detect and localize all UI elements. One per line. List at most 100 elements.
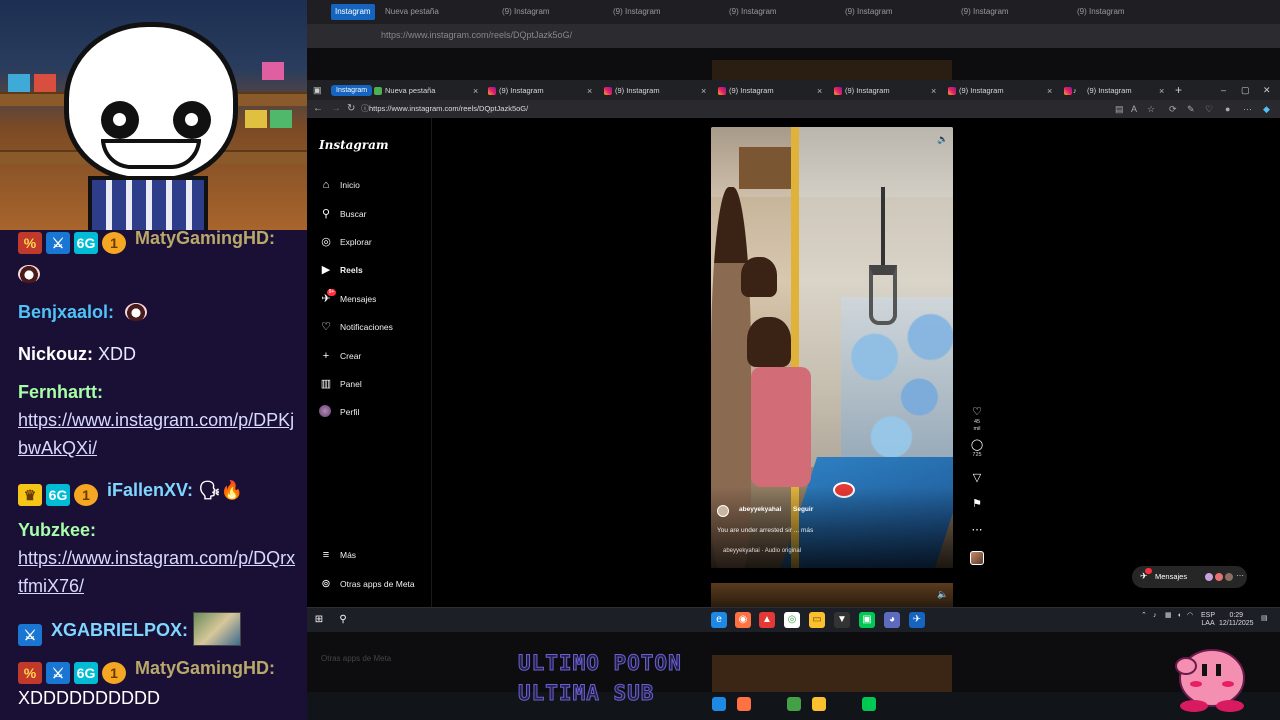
steam-icon[interactable]: ✈ — [909, 612, 925, 628]
wifi-icon[interactable]: ◠ — [1187, 612, 1193, 620]
nav-reels[interactable]: ▶ Reels — [319, 263, 429, 279]
nav-crear[interactable]: + Crear — [319, 349, 429, 365]
volume-icon[interactable]: ◖ — [1177, 612, 1181, 620]
refresh-icon[interactable]: ↻ — [347, 100, 355, 118]
reel-audio[interactable]: abeyyekyahai · Audio original — [723, 548, 801, 554]
avatar — [1214, 572, 1224, 582]
bg-edge-icon — [712, 697, 726, 711]
bg-meta-apps-label: Otras apps de Meta — [321, 654, 392, 663]
save-button[interactable]: ⚑ — [970, 498, 984, 511]
sub-badge-icon: 1 — [102, 662, 126, 684]
firefox-icon[interactable]: ◉ — [735, 612, 751, 628]
close-window-button[interactable]: ✕ — [1263, 82, 1271, 98]
reel-username[interactable]: abeyyekyahai — [739, 506, 781, 513]
audio-thumbnail[interactable] — [970, 551, 984, 565]
tab-close-icon[interactable]: × — [931, 82, 936, 100]
speaker-emoji-icon: 🗣 — [198, 480, 221, 500]
discord-icon[interactable]: ◕ — [884, 612, 900, 628]
tab-actions-icon[interactable]: ▣ — [313, 82, 322, 98]
follow-button[interactable]: Seguir — [793, 506, 813, 513]
app-icon[interactable]: ▣ — [859, 612, 875, 628]
instagram-favicon-icon — [834, 87, 842, 95]
chat-username: XGABRIELPOX: — [51, 620, 189, 640]
nav-buscar[interactable]: ⚲ Buscar — [319, 207, 429, 223]
nav-otras-apps[interactable]: ⊚ Otras apps de Meta — [319, 577, 429, 593]
tab-close-icon[interactable]: × — [587, 82, 592, 100]
nav-perfil[interactable]: Perfil — [319, 405, 429, 421]
edge-icon[interactable]: e — [711, 612, 727, 628]
language-indicator[interactable]: ESP LAA — [1201, 612, 1215, 628]
tab-close-icon[interactable]: × — [817, 82, 822, 100]
chat-username: MatyGamingHD: — [135, 658, 276, 678]
split-screen-icon[interactable]: ▤ — [1115, 100, 1124, 118]
tab-close-icon[interactable]: × — [1159, 82, 1164, 100]
stream-overlay-text: ULTIMO POTON ULTIMA SUB — [518, 648, 682, 708]
more-options-button[interactable]: ⋯ — [970, 524, 984, 537]
tab-close-icon[interactable]: × — [1047, 82, 1052, 100]
search-icon[interactable]: ⚲ — [335, 612, 351, 628]
folder-icon[interactable]: ▭ — [809, 612, 825, 628]
app-icon[interactable]: ▼ — [834, 612, 850, 628]
profile-avatar-icon[interactable]: ● — [1225, 100, 1230, 118]
maximize-button[interactable]: ▢ — [1241, 82, 1250, 98]
nav-notificaciones[interactable]: ♡ Notificaciones — [319, 320, 429, 336]
tab-new[interactable]: Nueva pestaña — [369, 82, 435, 100]
tab-close-icon[interactable]: × — [473, 82, 478, 100]
app-icon[interactable]: ▲ — [759, 612, 775, 628]
chat-message: % ⚔ 6G 1 MatyGamingHD: — [18, 230, 298, 254]
nav-inicio[interactable]: ⌂ Inicio — [319, 178, 429, 194]
sub-badge-icon: 1 — [102, 232, 126, 254]
tab-instagram[interactable]: (9) Instagram — [943, 82, 1004, 100]
share-button[interactable]: ▽ — [970, 472, 984, 485]
volume-icon[interactable]: 🔈 — [937, 134, 948, 145]
instagram-logo[interactable]: Instagram — [319, 138, 389, 152]
url-input[interactable]: https://www.instagram.com/reels/DQptJazk… — [369, 103, 528, 115]
nav-explorar[interactable]: ◎ Explorar — [319, 235, 429, 251]
back-icon[interactable]: ← — [313, 100, 323, 118]
nav-mensajes[interactable]: ✈ 9+ Mensajes — [319, 289, 429, 308]
next-reel-preview[interactable]: 🔈 — [711, 583, 953, 607]
copilot-icon[interactable]: ◆ — [1263, 100, 1270, 118]
windows-start-icon[interactable]: ⊞ — [311, 612, 327, 628]
tab-instagram-active[interactable]: ♪ (9) Instagram — [1059, 82, 1132, 100]
site-info-icon[interactable]: ⓘ — [361, 100, 369, 118]
reel-video[interactable]: 🔈 abeyyekyahai Seguir You are under arre… — [711, 127, 953, 568]
clock[interactable]: 0:29 12/11/2025 — [1219, 612, 1254, 628]
reel-caption[interactable]: You are under arrested sir ... más — [717, 527, 813, 534]
read-aloud-icon[interactable]: A — [1131, 100, 1137, 118]
tab-instagram-pinned[interactable]: Instagram — [331, 85, 373, 96]
favorites-icon[interactable]: ♡ — [1205, 100, 1213, 118]
reels-icon: ▶ — [321, 264, 331, 276]
mic-icon[interactable]: ♪ — [1153, 612, 1157, 620]
tab-instagram[interactable]: (9) Instagram — [483, 82, 544, 100]
extensions-icon[interactable]: ⟳ — [1169, 100, 1177, 118]
like-button[interactable]: ♡ 45 mil — [970, 406, 984, 433]
nav-label: Perfil — [340, 407, 360, 417]
nav-label: Reels — [340, 265, 363, 275]
new-tab-button[interactable]: + — [1175, 82, 1182, 98]
more-icon[interactable]: ⋯ — [1243, 100, 1252, 118]
reel-author-avatar[interactable] — [717, 505, 729, 517]
tray-chevron-icon[interactable]: ⌃ — [1141, 612, 1147, 620]
network-icon[interactable]: ▦ — [1165, 612, 1172, 620]
nav-mas[interactable]: ≡ Más — [319, 548, 429, 564]
notification-center-icon[interactable]: ▤ — [1261, 615, 1268, 623]
dashboard-icon: ▥ — [320, 378, 332, 390]
chat-link[interactable]: https://www.instagram.com/p/DQrxtfmiX76/ — [18, 544, 298, 600]
fire-emoji-icon: 🔥 — [220, 480, 244, 500]
tab-close-icon[interactable]: × — [701, 82, 706, 100]
tab-instagram[interactable]: (9) Instagram — [599, 82, 660, 100]
favorite-star-icon[interactable]: ☆ — [1147, 100, 1155, 118]
forward-icon[interactable]: → — [331, 100, 341, 118]
messages-button[interactable]: ✈ Mensajes ⋯ — [1132, 566, 1247, 588]
tab-instagram[interactable]: (9) Instagram — [829, 82, 890, 100]
chat-link[interactable]: https://www.instagram.com/p/DPKjbwAkQXi/ — [18, 406, 298, 462]
comment-button[interactable]: ◯ 725 — [970, 439, 984, 459]
tab-instagram[interactable]: (9) Instagram — [713, 82, 774, 100]
puzzle-icon[interactable]: ✎ — [1187, 100, 1195, 118]
emote-icon — [18, 265, 40, 283]
minimize-button[interactable]: – — [1221, 82, 1226, 98]
volume-icon[interactable]: 🔈 — [937, 589, 948, 600]
chrome-icon[interactable]: ◎ — [784, 612, 800, 628]
nav-panel[interactable]: ▥ Panel — [319, 377, 429, 393]
